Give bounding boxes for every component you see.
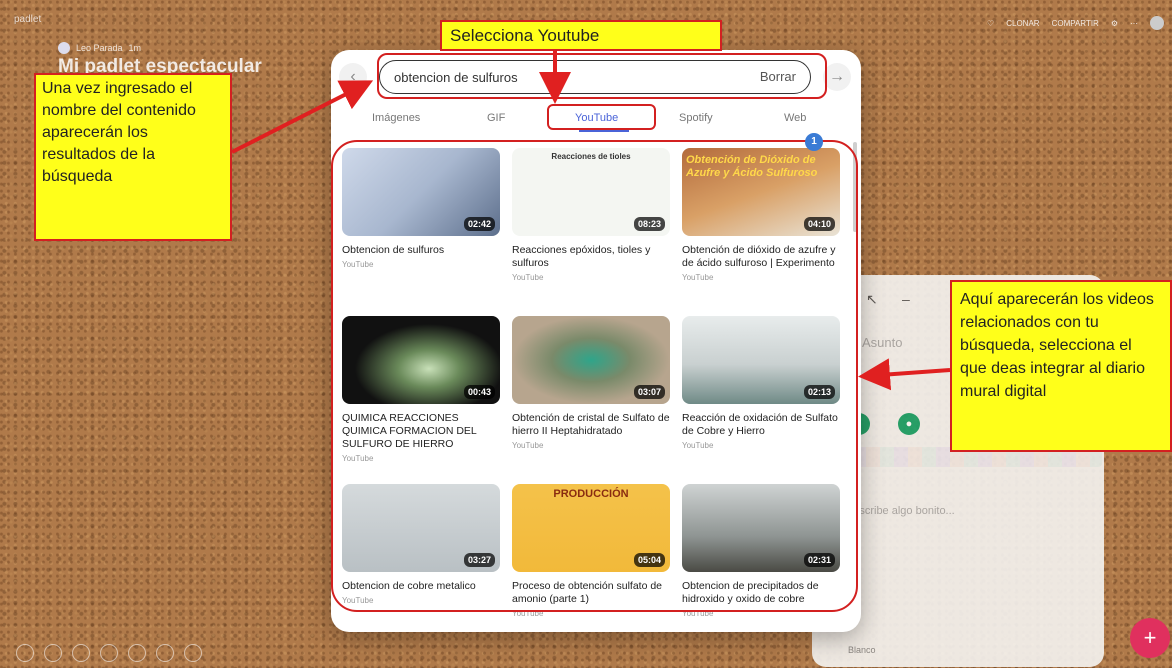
callout-select-youtube: Selecciona Youtube [440, 20, 722, 51]
arrow-to-search [231, 80, 374, 154]
callout-video-results: Aquí aparecerán los videos relacionados … [950, 280, 1172, 452]
arrow-to-results [858, 358, 951, 391]
callout-search-results: Una vez ingresado el nombre del contenid… [34, 73, 232, 241]
